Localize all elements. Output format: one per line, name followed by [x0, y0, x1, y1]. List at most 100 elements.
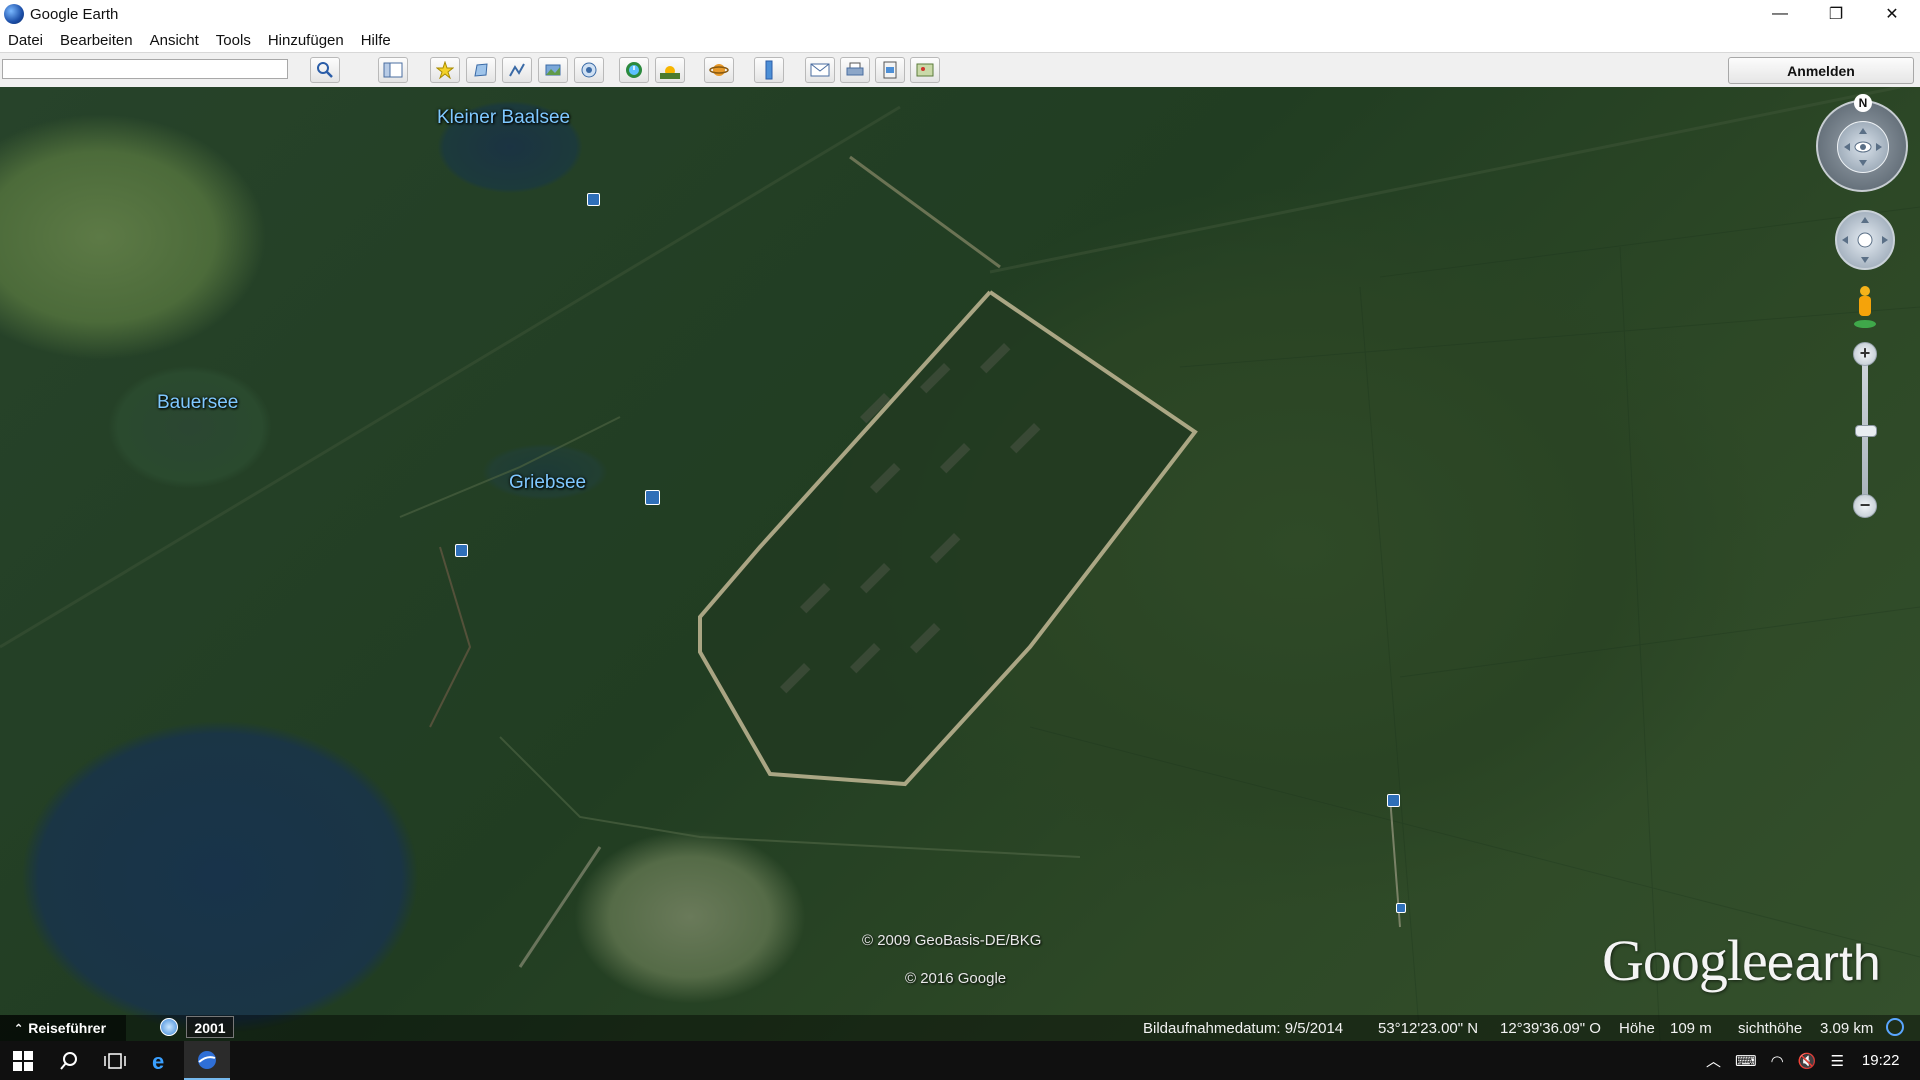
place-label-griebsee[interactable]: Griebsee — [509, 472, 586, 494]
move-control[interactable] — [1835, 210, 1895, 270]
map-view[interactable]: Kleiner Baalsee Bauersee Griebsee © 2009… — [0, 87, 1920, 1041]
search-input[interactable] — [2, 59, 288, 79]
toolbar: Anmelden — [0, 52, 1920, 88]
place-label-kleiner-baalsee[interactable]: Kleiner Baalsee — [437, 107, 570, 129]
poi-marker[interactable] — [645, 490, 660, 505]
ruler-button[interactable] — [754, 57, 784, 83]
windows-taskbar: e ︿ ⌨ ◠ 🔇 ☰ 19:22 — [0, 1041, 1920, 1080]
sidebar-icon — [383, 62, 403, 78]
polygon-icon — [474, 63, 488, 77]
title-bar: Google Earth — ❐ ✕ — [0, 0, 1920, 28]
historical-year[interactable]: 2001 — [186, 1016, 234, 1038]
print-button[interactable] — [840, 57, 870, 83]
north-indicator[interactable]: N — [1854, 94, 1872, 112]
map-features — [0, 87, 1920, 1041]
elevation-value: 109 m — [1670, 1020, 1712, 1037]
path-button[interactable] — [502, 57, 532, 83]
save-image-icon — [883, 61, 897, 79]
edge-button[interactable]: e — [138, 1041, 184, 1080]
wifi-icon[interactable]: ◠ — [1771, 1052, 1784, 1070]
email-icon — [810, 63, 830, 77]
path-icon — [509, 63, 525, 77]
window-title: Google Earth — [30, 5, 119, 23]
tour-guide-button[interactable]: ⌃ Reiseführer — [0, 1015, 126, 1041]
polygon-button[interactable] — [466, 57, 496, 83]
menu-tools[interactable]: Tools — [208, 32, 260, 49]
poi-marker[interactable] — [587, 193, 600, 206]
windows-start-icon — [13, 1050, 33, 1071]
image-overlay-button[interactable] — [538, 57, 568, 83]
hand-icon — [1842, 217, 1888, 263]
signin-button[interactable]: Anmelden — [1728, 57, 1914, 84]
longitude: 12°39'36.09" O — [1500, 1020, 1601, 1037]
copyright-google: © 2016 Google — [905, 970, 1007, 987]
placemark-button[interactable] — [430, 57, 460, 83]
email-button[interactable] — [805, 57, 835, 83]
sidebar-button[interactable] — [378, 57, 408, 83]
placemark-icon — [436, 61, 454, 79]
zoom-in-button[interactable]: + — [1853, 342, 1877, 366]
chevron-up-icon[interactable]: ︿ — [1706, 1050, 1721, 1071]
search-icon — [60, 1051, 77, 1070]
minimize-button[interactable]: — — [1752, 0, 1808, 28]
planet-icon — [709, 64, 729, 76]
historical-imagery-button[interactable] — [619, 57, 649, 83]
close-button[interactable]: ✕ — [1864, 0, 1920, 28]
svg-text:e: e — [152, 1050, 164, 1072]
image-date: Bildaufnahmedatum: 9/5/2014 — [1143, 1020, 1344, 1037]
google-earth-logo: Googleearth — [1602, 928, 1881, 993]
sun-icon — [660, 66, 680, 79]
eye-altitude-label: sichthöhe — [1738, 1020, 1803, 1037]
sun-button[interactable] — [655, 57, 685, 83]
zoom-out-button[interactable]: − — [1853, 494, 1877, 518]
poi-marker[interactable] — [455, 544, 468, 557]
google-earth-icon — [4, 4, 24, 24]
print-icon — [846, 62, 864, 76]
eye-icon — [1837, 121, 1889, 173]
tour-guide-label: Reiseführer — [28, 1020, 107, 1036]
windows-start-button[interactable] — [0, 1041, 46, 1080]
tour-icon — [581, 62, 597, 78]
save-image-button[interactable] — [875, 57, 905, 83]
poi-marker[interactable] — [1387, 794, 1400, 807]
poi-marker[interactable] — [1396, 903, 1406, 913]
notifications-icon[interactable]: ☰ — [1830, 1052, 1843, 1070]
keyboard-icon[interactable]: ⌨ — [1735, 1052, 1757, 1070]
menu-hinzufuegen[interactable]: Hinzufügen — [260, 32, 353, 49]
tour-button[interactable] — [574, 57, 604, 83]
latitude: 53°12'23.00" N — [1378, 1020, 1479, 1037]
search-button[interactable] — [310, 57, 340, 83]
menu-ansicht[interactable]: Ansicht — [142, 32, 208, 49]
task-view-button[interactable] — [92, 1041, 138, 1080]
zoom-slider-thumb[interactable] — [1855, 425, 1877, 437]
pegman-icon[interactable] — [1852, 284, 1878, 330]
copyright-geobasis: © 2009 GeoBasis-DE/BKG — [862, 932, 1042, 949]
place-label-bauersee[interactable]: Bauersee — [157, 392, 238, 414]
restore-button[interactable]: ❐ — [1808, 0, 1864, 28]
historical-imagery-icon[interactable] — [160, 1018, 178, 1036]
look-control[interactable] — [1816, 100, 1908, 192]
taskbar-search-button[interactable] — [46, 1041, 92, 1080]
edge-icon: e — [152, 1050, 164, 1072]
google-earth-icon — [198, 1050, 216, 1069]
maps-button[interactable] — [910, 57, 940, 83]
menu-bearbeiten[interactable]: Bearbeiten — [52, 32, 142, 49]
task-view-icon — [104, 1052, 126, 1069]
chevron-up-icon: ⌃ — [14, 1022, 24, 1035]
status-bar: Bildaufnahmedatum: 9/5/2014 53°12'23.00"… — [0, 1015, 1920, 1041]
google-earth-taskbar-button[interactable] — [184, 1041, 230, 1080]
system-tray: ︿ ⌨ ◠ 🔇 ☰ 19:22 — [1706, 1041, 1899, 1080]
search-icon — [317, 62, 333, 78]
volume-muted-icon[interactable]: 🔇 — [1798, 1052, 1817, 1070]
image-overlay-icon — [545, 64, 561, 76]
streaming-status-icon — [1886, 1018, 1904, 1036]
menu-datei[interactable]: Datei — [0, 32, 52, 49]
window-controls: — ❐ ✕ — [1752, 0, 1920, 28]
historical-imagery-icon — [626, 62, 642, 78]
maps-icon — [916, 63, 934, 77]
menu-hilfe[interactable]: Hilfe — [353, 32, 400, 49]
taskbar-clock[interactable]: 19:22 — [1862, 1052, 1900, 1069]
eye-altitude-value: 3.09 km — [1820, 1020, 1874, 1037]
planet-button[interactable] — [704, 57, 734, 83]
elevation-label: Höhe — [1619, 1020, 1655, 1037]
